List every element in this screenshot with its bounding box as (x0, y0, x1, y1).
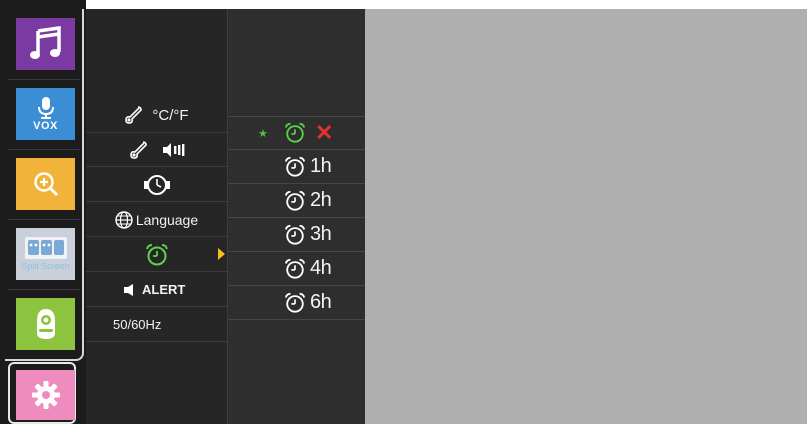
timer-option-label: 4h (310, 257, 332, 279)
menu-item-alert[interactable]: ALERT (86, 273, 227, 307)
sidebar-divider (8, 79, 80, 80)
menu-item-frequency[interactable]: 50/60Hz (86, 308, 227, 342)
timer-option-label: 3h (310, 223, 332, 245)
timer-off-row[interactable]: ★ ✕ (228, 116, 365, 150)
timer-option-2h[interactable]: 2h (228, 184, 365, 218)
timer-option-6h[interactable]: 6h (228, 286, 365, 320)
settings-app-button[interactable] (16, 370, 75, 420)
music-app-button[interactable] (16, 18, 75, 70)
vox-label: VOX (33, 119, 58, 132)
menu-item-language[interactable]: Language (86, 203, 227, 237)
zoom-app-button[interactable] (16, 158, 75, 210)
thermometer-icon (125, 106, 143, 124)
alarm-clock-icon (284, 122, 306, 143)
alarm-clock-icon (145, 243, 168, 265)
temperature-unit-label: °C/°F (152, 106, 189, 124)
camera-app-button[interactable] (16, 298, 75, 350)
timer-option-1h[interactable]: 1h (228, 150, 365, 184)
camera-preview-area (365, 9, 807, 424)
selected-star-icon: ★ (258, 127, 268, 140)
thermometer-icon (129, 140, 147, 159)
alarm-timer-submenu: ★ ✕ 1h 2h 3h 4h 6h (227, 9, 365, 424)
split-screen-label: Split Screen (21, 261, 70, 271)
music-note-icon (29, 26, 61, 59)
speaker-icon (124, 283, 133, 296)
menu-item-temperature-sound[interactable] (86, 133, 227, 167)
timer-option-label: 6h (310, 291, 332, 313)
baby-camera-icon (36, 309, 55, 339)
language-label: Language (135, 211, 199, 228)
gear-icon (31, 381, 60, 409)
settings-menu: °C/°F Language ALERT 50/60Hz (86, 9, 227, 424)
zoom-in-icon (33, 172, 58, 197)
top-white-strip (86, 0, 807, 9)
split-screen-app-button[interactable]: Split Screen (16, 228, 75, 280)
timer-option-3h[interactable]: 3h (228, 218, 365, 252)
split-screen-icon (24, 237, 67, 259)
sidebar-divider (8, 219, 80, 220)
close-icon: ✕ (315, 120, 334, 145)
alarm-clock-icon (284, 156, 306, 177)
alarm-clock-icon (284, 292, 306, 313)
app-sidebar: VOX Split Screen (0, 0, 86, 424)
timer-option-label: 2h (310, 189, 332, 211)
alarm-clock-icon (284, 258, 306, 279)
speaker-volume-icon (162, 142, 184, 157)
alarm-clock-icon (284, 224, 306, 245)
frequency-label: 50/60Hz (113, 317, 162, 332)
submenu-arrow-icon (218, 248, 225, 260)
menu-item-temperature-unit[interactable]: °C/°F (86, 98, 227, 133)
alert-label: ALERT (142, 282, 186, 297)
menu-item-alarm-timer[interactable] (86, 238, 227, 272)
watch-icon (143, 174, 170, 195)
menu-item-time[interactable] (86, 168, 227, 202)
globe-icon (115, 210, 133, 229)
timer-option-4h[interactable]: 4h (228, 252, 365, 286)
alarm-clock-icon (284, 190, 306, 211)
vox-app-button[interactable]: VOX (16, 88, 75, 140)
sidebar-divider (8, 149, 80, 150)
timer-option-label: 1h (310, 155, 332, 177)
microphone-icon (37, 96, 54, 119)
sidebar-divider (8, 289, 80, 290)
